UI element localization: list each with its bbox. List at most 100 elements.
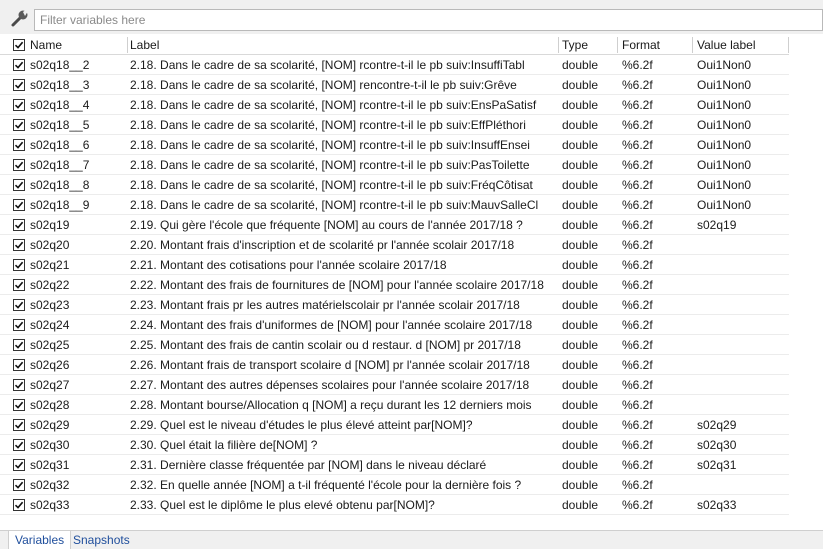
table-row[interactable]: s02q18__9 2.18. Dans le cadre de sa scola…	[0, 195, 789, 215]
variable-value-label: Oui1Non0	[697, 138, 752, 152]
variable-format: %6.2f	[622, 98, 653, 112]
variable-type: double	[562, 218, 599, 232]
column-divider[interactable]	[692, 37, 693, 53]
variable-name: s02q23	[30, 298, 70, 312]
variable-value-label: s02q19	[697, 218, 737, 232]
variable-label: 2.19. Qui gère l'école que fréquente [NO…	[130, 218, 523, 232]
variables-table: Name Label Type Format Value label s02q1…	[0, 35, 789, 515]
table-row[interactable]: s02q18__8 2.18. Dans le cadre de sa scola…	[0, 175, 789, 195]
row-checkbox[interactable]	[12, 215, 28, 235]
table-row[interactable]: s02q33 2.33. Quel est le diplôme le plus …	[0, 495, 789, 515]
table-row[interactable]: s02q18__2 2.18. Dans le cadre de sa scola…	[0, 55, 789, 75]
variable-label: 2.18. Dans le cadre de sa scolarité, [NO…	[130, 158, 530, 172]
variable-name: s02q28	[30, 398, 70, 412]
tab-snapshots[interactable]: Snapshots	[67, 531, 136, 549]
variable-label: 2.25. Montant des frais de cantin scolai…	[130, 338, 521, 352]
table-row[interactable]: s02q27 2.27. Montant des autres dépenses …	[0, 375, 789, 395]
variable-value-label: s02q30	[697, 438, 737, 452]
table-row[interactable]: s02q30 2.30. Quel était la filière de[NOM…	[0, 435, 789, 455]
variable-name: s02q19	[30, 218, 70, 232]
variable-value-label: Oui1Non0	[697, 98, 752, 112]
filter-input[interactable]	[34, 9, 823, 31]
row-checkbox[interactable]	[12, 95, 28, 115]
column-divider[interactable]	[788, 37, 789, 53]
row-checkbox[interactable]	[12, 435, 28, 455]
row-checkbox[interactable]	[12, 375, 28, 395]
variable-label: 2.18. Dans le cadre de sa scolarité, [NO…	[130, 138, 530, 152]
variable-value-label: s02q33	[697, 498, 737, 512]
row-checkbox[interactable]	[12, 135, 28, 155]
row-checkbox[interactable]	[12, 115, 28, 135]
column-header-name[interactable]: Name	[30, 35, 126, 55]
row-checkbox[interactable]	[12, 415, 28, 435]
variable-label: 2.28. Montant bourse/Allocation q [NOM] …	[130, 398, 532, 412]
row-checkbox[interactable]	[12, 395, 28, 415]
table-row[interactable]: s02q32 2.32. En quelle année [NOM] a t-il…	[0, 475, 789, 495]
variable-format: %6.2f	[622, 158, 653, 172]
table-row[interactable]: s02q31 2.31. Dernière classe fréquentée p…	[0, 455, 789, 475]
row-checkbox[interactable]	[12, 275, 28, 295]
row-checkbox[interactable]	[12, 495, 28, 515]
table-row[interactable]: s02q26 2.26. Montant frais de transport s…	[0, 355, 789, 375]
column-header-type[interactable]: Type	[562, 35, 618, 55]
variable-value-label	[697, 395, 789, 415]
row-checkbox[interactable]	[12, 75, 28, 95]
variable-label: 2.32. En quelle année [NOM] a t-il fréqu…	[130, 478, 522, 492]
variable-type: double	[562, 278, 599, 292]
row-checkbox[interactable]	[12, 355, 28, 375]
variable-type: double	[562, 58, 599, 72]
table-row[interactable]: s02q18__7 2.18. Dans le cadre de sa scola…	[0, 155, 789, 175]
variable-name: s02q18__6	[30, 138, 90, 152]
table-row[interactable]: s02q18__3 2.18. Dans le cadre de sa scola…	[0, 75, 789, 95]
variable-format: %6.2f	[622, 58, 653, 72]
table-row[interactable]: s02q18__4 2.18. Dans le cadre de sa scola…	[0, 95, 789, 115]
variable-label: 2.20. Montant frais d'inscription et de …	[130, 238, 515, 252]
variable-format: %6.2f	[622, 298, 653, 312]
table-row[interactable]: s02q18__6 2.18. Dans le cadre de sa scola…	[0, 135, 789, 155]
variable-type: double	[562, 178, 599, 192]
table-row[interactable]: s02q28 2.28. Montant bourse/Allocation q …	[0, 395, 789, 415]
variable-label: 2.30. Quel était la filière de[NOM] ?	[130, 438, 318, 452]
table-row[interactable]: s02q22 2.22. Montant des frais de fournit…	[0, 275, 789, 295]
variable-label: 2.29. Quel est le niveau d'études le plu…	[130, 418, 473, 432]
wrench-icon[interactable]	[10, 8, 30, 28]
variable-label: 2.24. Montant des frais d'uniformes de […	[130, 318, 533, 332]
variable-value-label: Oui1Non0	[697, 58, 752, 72]
variable-type: double	[562, 98, 599, 112]
row-checkbox[interactable]	[12, 335, 28, 355]
column-header-format[interactable]: Format	[622, 35, 692, 55]
select-all-checkbox[interactable]	[12, 35, 28, 55]
variable-value-label	[697, 255, 789, 275]
tab-variables[interactable]: Variables	[8, 531, 72, 549]
variable-type: double	[562, 318, 599, 332]
row-checkbox[interactable]	[12, 55, 28, 75]
table-row[interactable]: s02q23 2.23. Montant frais pr les autres …	[0, 295, 789, 315]
variable-type: double	[562, 298, 599, 312]
row-checkbox[interactable]	[12, 195, 28, 215]
variable-label: 2.27. Montant des autres dépenses scolai…	[130, 378, 530, 392]
variable-label: 2.21. Montant des cotisations pour l'ann…	[130, 258, 447, 272]
row-checkbox[interactable]	[12, 155, 28, 175]
row-checkbox[interactable]	[12, 295, 28, 315]
table-row[interactable]: s02q24 2.24. Montant des frais d'uniforme…	[0, 315, 789, 335]
variable-name: s02q20	[30, 238, 70, 252]
row-checkbox[interactable]	[12, 175, 28, 195]
column-header-label[interactable]: Label	[130, 35, 558, 55]
column-divider[interactable]	[617, 37, 618, 53]
row-checkbox[interactable]	[12, 235, 28, 255]
variable-label: 2.23. Montant frais pr les autres matéri…	[130, 298, 520, 312]
column-header-value-label[interactable]: Value label	[697, 35, 789, 55]
table-row[interactable]: s02q18__5 2.18. Dans le cadre de sa scola…	[0, 115, 789, 135]
table-row[interactable]: s02q29 2.29. Quel est le niveau d'études …	[0, 415, 789, 435]
row-checkbox[interactable]	[12, 255, 28, 275]
table-body: s02q18__2 2.18. Dans le cadre de sa scola…	[0, 55, 789, 515]
table-row[interactable]: s02q20 2.20. Montant frais d'inscription …	[0, 235, 789, 255]
row-checkbox[interactable]	[12, 315, 28, 335]
column-divider[interactable]	[127, 37, 128, 53]
column-divider[interactable]	[558, 37, 559, 53]
row-checkbox[interactable]	[12, 475, 28, 495]
row-checkbox[interactable]	[12, 455, 28, 475]
table-row[interactable]: s02q19 2.19. Qui gère l'école que fréquen…	[0, 215, 789, 235]
table-row[interactable]: s02q25 2.25. Montant des frais de cantin …	[0, 335, 789, 355]
table-row[interactable]: s02q21 2.21. Montant des cotisations pour…	[0, 255, 789, 275]
